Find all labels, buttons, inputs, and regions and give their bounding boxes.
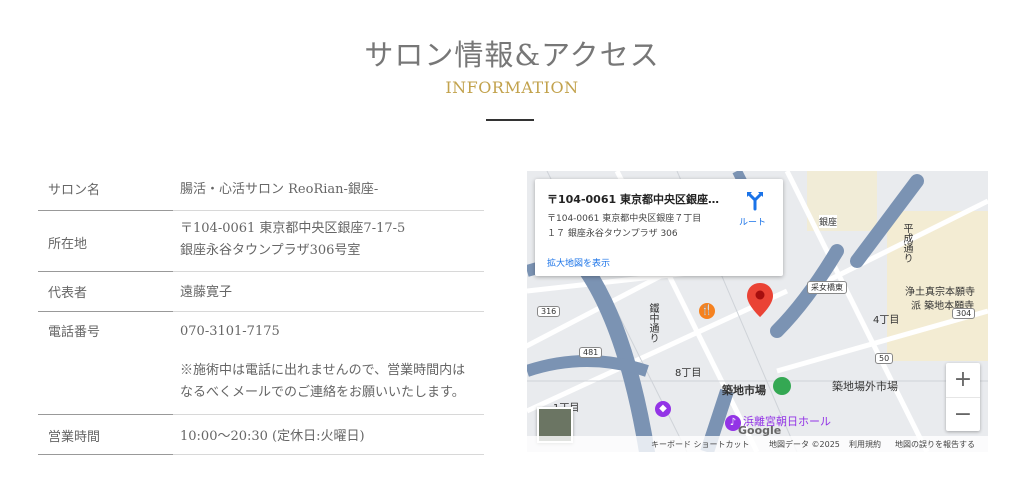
info-value: 10:00〜20:30 (定休日:火曜日) [180,429,365,444]
zoom-out-button[interactable]: − [946,397,980,432]
map-data-attribution: 地図データ ©2025 [769,440,840,449]
address-line-1: 〒104-0061 東京都中央区銀座7-17-5 [180,221,406,236]
map-label-temple-1: 浄土真宗本願寺 [905,287,975,298]
address-line-2: 銀座永谷タウンプラザ306号室 [180,243,361,258]
info-row-address: 所在地 〒104-0061 東京都中央区銀座7-17-5 銀座永谷タウンプラザ3… [38,211,484,272]
route-shield-481: 481 [579,347,603,358]
map-label-kanedori: 鐵中通り [647,303,658,343]
report-error-link[interactable]: 地図の誤りを報告する [895,439,975,450]
info-value: 腸活・心活サロン ReoRian-銀座- [180,182,379,197]
info-label: サロン名 [48,183,101,198]
info-value: 〒104-0061 東京都中央区銀座7-17-5 銀座永谷タウンプラザ306号室 [180,218,405,262]
info-value: 遠藤寛子 [180,285,233,300]
location-pin-icon[interactable] [747,283,773,317]
info-label: 営業時間 [48,430,101,445]
map-label-outer-market: 築地場外市場 [832,380,898,393]
restaurant-icon[interactable]: 🍴 [699,303,715,319]
terms-link[interactable]: 利用規約 [849,439,881,450]
route-shield-304: 304 [952,308,976,319]
venue-icon[interactable]: ◆ [655,401,671,417]
zoom-in-button[interactable]: + [946,363,980,397]
info-row-phone: 電話番号 070-3101-7175 ※施術中は電話に出れませんので、営業時間内… [38,312,484,415]
info-label: 所在地 [48,237,88,252]
page-title: サロン情報&アクセス [364,38,660,72]
map-label-ginza: 銀座 [819,215,838,228]
phone-note-line-1: ※施術中は電話に出れませんので、営業時間内は [180,363,466,378]
salon-info-table: サロン名 腸活・心活サロン ReoRian-銀座- 所在地 〒104-0061 … [38,168,484,455]
map-label-8-chome: 8丁目 [675,368,702,379]
map-label-heisei-dori: 平成通り [901,223,912,263]
directions-icon[interactable] [745,191,765,211]
info-row-representative: 代表者 遠藤寛子 [38,272,484,312]
view-larger-map-link[interactable]: 拡大地図を表示 [547,256,610,269]
info-label: 代表者 [48,286,88,301]
place-info-card: 〒104-0061 東京都中央区銀座7丁目17-5 〒104-0061 東京都中… [535,179,783,276]
map-attribution-bar: キーボード ショートカット 地図データ ©2025 利用規約 地図の誤りを報告す… [527,436,988,452]
directions-label[interactable]: ルート [739,215,766,228]
place-title: 〒104-0061 東京都中央区銀座7丁目17-5 [547,193,725,206]
route-shield-50: 50 [875,353,894,364]
route-shield-316: 316 [537,306,561,317]
zoom-control: + − [946,363,980,431]
phone-note-line-2: なるべくメールでのご連絡をお願いいたします。 [180,385,465,400]
map-label-tsukiji-market: 築地市場 [722,384,766,397]
title-divider [486,119,534,121]
info-row-salon-name: サロン名 腸活・心活サロン ReoRian-銀座- [38,168,484,211]
phone-number[interactable]: 070-3101-7175 [180,321,280,343]
phone-note: ※施術中は電話に出れませんので、営業時間内は なるべくメールでのご連絡をお願いい… [180,360,465,404]
info-label: 電話番号 [48,325,101,340]
place-address: 〒104-0061 東京都中央区銀座７丁目 １７ 銀座永谷タウンプラザ 306 [547,212,727,242]
google-map-embed[interactable]: 銀座 平成通り 浄土真宗本願寺 派 築地本願寺 采女橋東 4丁目 鐵中通り 8丁… [527,171,988,452]
map-label-4-chome: 4丁目 [873,315,900,326]
place-address-line-2: １７ 銀座永谷タウンプラザ 306 [547,229,678,239]
page-subtitle: INFORMATION [445,78,579,97]
map-label-uneme-bashi: 采女橋東 [807,281,847,294]
info-row-hours: 営業時間 10:00〜20:30 (定休日:火曜日) [38,415,484,455]
place-address-line-1: 〒104-0061 東京都中央区銀座７丁目 [547,214,702,224]
keyboard-shortcuts-link[interactable]: キーボード ショートカット [651,439,750,450]
